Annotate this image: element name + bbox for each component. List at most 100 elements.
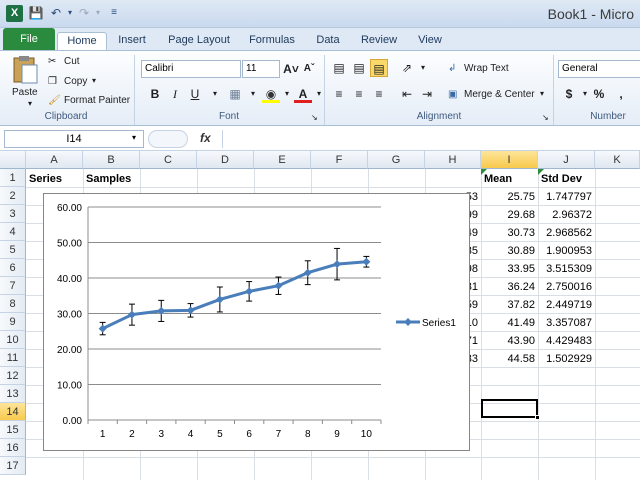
cell-i9[interactable]: 41.49: [481, 314, 538, 332]
orientation-dropdown-icon[interactable]: ▾: [414, 59, 432, 77]
cell-j10[interactable]: 4.429483: [538, 332, 595, 350]
tab-view[interactable]: View: [412, 32, 448, 50]
align-top-icon[interactable]: ▤: [330, 59, 348, 77]
borders-icon[interactable]: ▦: [226, 85, 244, 103]
row-header[interactable]: 6: [0, 259, 26, 277]
row-header[interactable]: 8: [0, 295, 26, 313]
excel-icon[interactable]: X: [6, 5, 23, 22]
row-header[interactable]: 15: [0, 421, 26, 439]
column-header-f[interactable]: F: [311, 151, 368, 169]
borders-dropdown-icon[interactable]: ▾: [244, 85, 262, 103]
tab-file[interactable]: File: [3, 28, 55, 50]
row-header[interactable]: 5: [0, 241, 26, 259]
alignment-dialog-launcher-icon[interactable]: ↘: [542, 113, 549, 122]
cell-j11[interactable]: 1.502929: [538, 350, 595, 368]
column-header-b[interactable]: B: [83, 151, 140, 169]
name-box-dropdown-icon[interactable]: ▾: [132, 133, 136, 142]
cell-j8[interactable]: 2.449719: [538, 296, 595, 314]
cell-j2[interactable]: 1.747797: [538, 188, 595, 206]
cell-i8[interactable]: 37.82: [481, 296, 538, 314]
cell-i3[interactable]: 29.68: [481, 206, 538, 224]
copy-dropdown-icon[interactable]: ▾: [92, 76, 96, 85]
cell-a1[interactable]: Series: [29, 170, 62, 188]
cut-button[interactable]: Cut: [64, 56, 80, 67]
row-header[interactable]: 4: [0, 223, 26, 241]
row-header[interactable]: 9: [0, 313, 26, 331]
column-header-i[interactable]: I: [481, 151, 538, 169]
merge-center-icon[interactable]: ▣: [448, 89, 457, 100]
formula-bar-resize-handle[interactable]: [148, 130, 188, 148]
select-all-corner[interactable]: [0, 151, 26, 169]
row-header[interactable]: 10: [0, 331, 26, 349]
fill-handle[interactable]: [535, 415, 540, 420]
cell-j6[interactable]: 3.515309: [538, 260, 595, 278]
cell-i5[interactable]: 30.89: [481, 242, 538, 260]
font-color-dropdown-icon[interactable]: ▾: [310, 85, 328, 103]
font-name-select[interactable]: Calibri: [141, 60, 241, 78]
tab-page-layout[interactable]: Page Layout: [164, 32, 234, 50]
tab-insert[interactable]: Insert: [112, 32, 152, 50]
column-header-d[interactable]: D: [197, 151, 254, 169]
wrap-text-button[interactable]: Wrap Text: [464, 63, 509, 74]
bold-button[interactable]: B: [146, 85, 164, 103]
row-header[interactable]: 16: [0, 439, 26, 457]
column-header-a[interactable]: A: [26, 151, 83, 169]
font-dialog-launcher-icon[interactable]: ↘: [311, 113, 318, 122]
cell-j1[interactable]: Std Dev: [541, 170, 582, 188]
row-header[interactable]: 12: [0, 367, 26, 385]
underline-button[interactable]: U: [186, 85, 204, 103]
column-header-c[interactable]: C: [140, 151, 197, 169]
cell-j7[interactable]: 2.750016: [538, 278, 595, 296]
align-bottom-icon[interactable]: ▤: [370, 59, 388, 77]
copy-icon[interactable]: ❐: [48, 76, 57, 87]
percent-button[interactable]: %: [590, 85, 608, 103]
increase-indent-icon[interactable]: ⇥: [418, 85, 436, 103]
row-header[interactable]: 13: [0, 385, 26, 403]
row-header[interactable]: 17: [0, 457, 26, 475]
column-header-g[interactable]: G: [368, 151, 425, 169]
align-middle-icon[interactable]: ▤: [350, 59, 368, 77]
format-painter-button[interactable]: Format Painter: [64, 95, 130, 106]
column-header-h[interactable]: H: [425, 151, 481, 169]
align-right-icon[interactable]: ≡: [370, 85, 388, 103]
chart-area[interactable]: 0.00 10.00 20.00 30.00 40.00 50.00 60.00 1 2 3 4 5 6…: [43, 193, 470, 451]
cell-i11[interactable]: 44.58: [481, 350, 538, 368]
tab-data[interactable]: Data: [310, 32, 346, 50]
row-header[interactable]: 7: [0, 277, 26, 295]
font-size-select[interactable]: 11: [242, 60, 280, 78]
grow-font-icon[interactable]: A˅: [282, 60, 300, 78]
row-header[interactable]: 11: [0, 349, 26, 367]
cell-i1[interactable]: Mean: [484, 170, 512, 188]
formula-input[interactable]: [222, 130, 640, 148]
redo-dropdown-icon[interactable]: ▾: [90, 5, 106, 21]
cell-i2[interactable]: 25.75: [481, 188, 538, 206]
active-cell-selection[interactable]: [481, 399, 538, 418]
paste-button[interactable]: Paste: [12, 87, 38, 98]
paste-icon[interactable]: [10, 55, 40, 85]
row-header[interactable]: 3: [0, 205, 26, 223]
save-icon[interactable]: 💾: [28, 5, 44, 21]
comma-button[interactable]: ,: [612, 85, 630, 103]
decrease-indent-icon[interactable]: ⇤: [398, 85, 416, 103]
cell-i4[interactable]: 30.73: [481, 224, 538, 242]
column-header-e[interactable]: E: [254, 151, 311, 169]
cell-j5[interactable]: 1.900953: [538, 242, 595, 260]
tab-formulas[interactable]: Formulas: [246, 32, 298, 50]
name-box[interactable]: I14: [4, 130, 144, 148]
column-header-k[interactable]: K: [595, 151, 640, 169]
insert-function-button[interactable]: fx: [200, 131, 211, 145]
cell-j9[interactable]: 3.357087: [538, 314, 595, 332]
format-painter-icon[interactable]: 🖌: [48, 95, 61, 106]
merge-center-dropdown-icon[interactable]: ▾: [540, 89, 544, 98]
cell-i6[interactable]: 33.95: [481, 260, 538, 278]
wrap-text-icon[interactable]: ↲: [448, 63, 456, 74]
merge-center-button[interactable]: Merge & Center: [464, 89, 535, 100]
cell-b1[interactable]: Samples: [86, 170, 131, 188]
cell-i10[interactable]: 43.90: [481, 332, 538, 350]
row-header[interactable]: 2: [0, 187, 26, 205]
tab-review[interactable]: Review: [358, 32, 400, 50]
tab-home[interactable]: Home: [57, 32, 107, 50]
underline-dropdown-icon[interactable]: ▾: [206, 85, 224, 103]
row-header[interactable]: 1: [0, 169, 26, 187]
paste-dropdown-icon[interactable]: ▾: [28, 99, 32, 108]
